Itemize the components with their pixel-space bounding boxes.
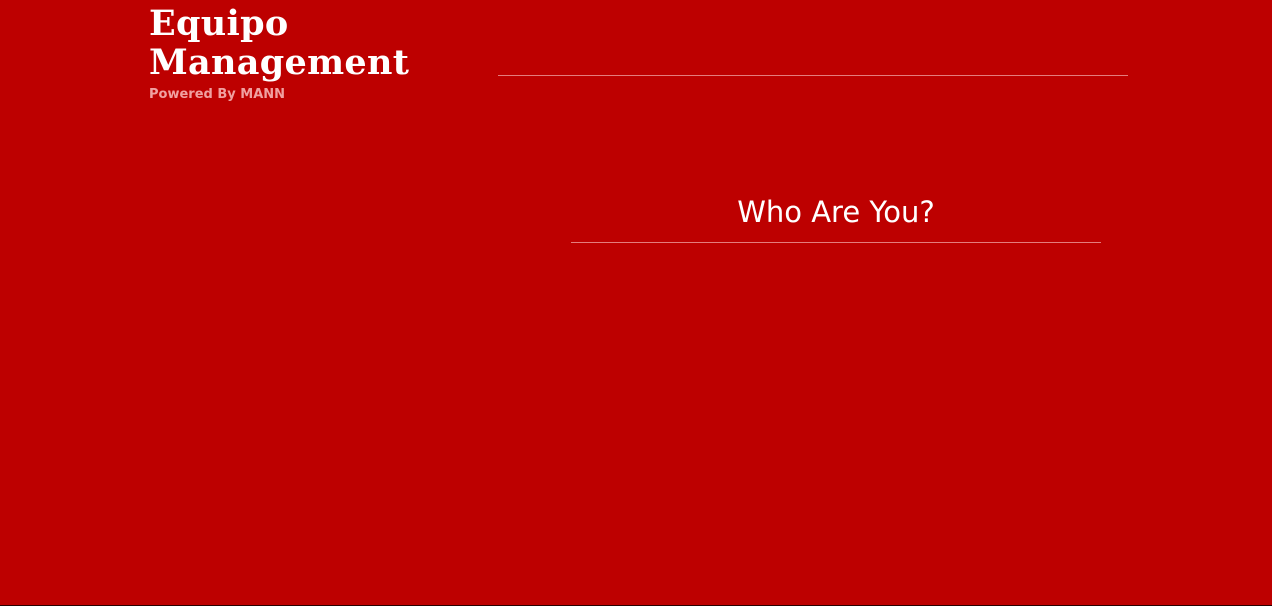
header-divider — [498, 75, 1128, 76]
app-title-line-1: Equipo — [149, 3, 289, 44]
login-page: Equipo Management Powered By MANN Who Ar… — [0, 0, 1272, 606]
login-panel: Who Are You? — [571, 195, 1101, 243]
app-title-line-2: Management — [149, 42, 410, 83]
app-title: Equipo Management — [149, 4, 409, 82]
powered-by-text: Powered By MANN — [149, 87, 286, 102]
brand-logo: Equipo Management Powered By MANN — [149, 4, 409, 102]
login-heading: Who Are You? — [571, 195, 1101, 243]
